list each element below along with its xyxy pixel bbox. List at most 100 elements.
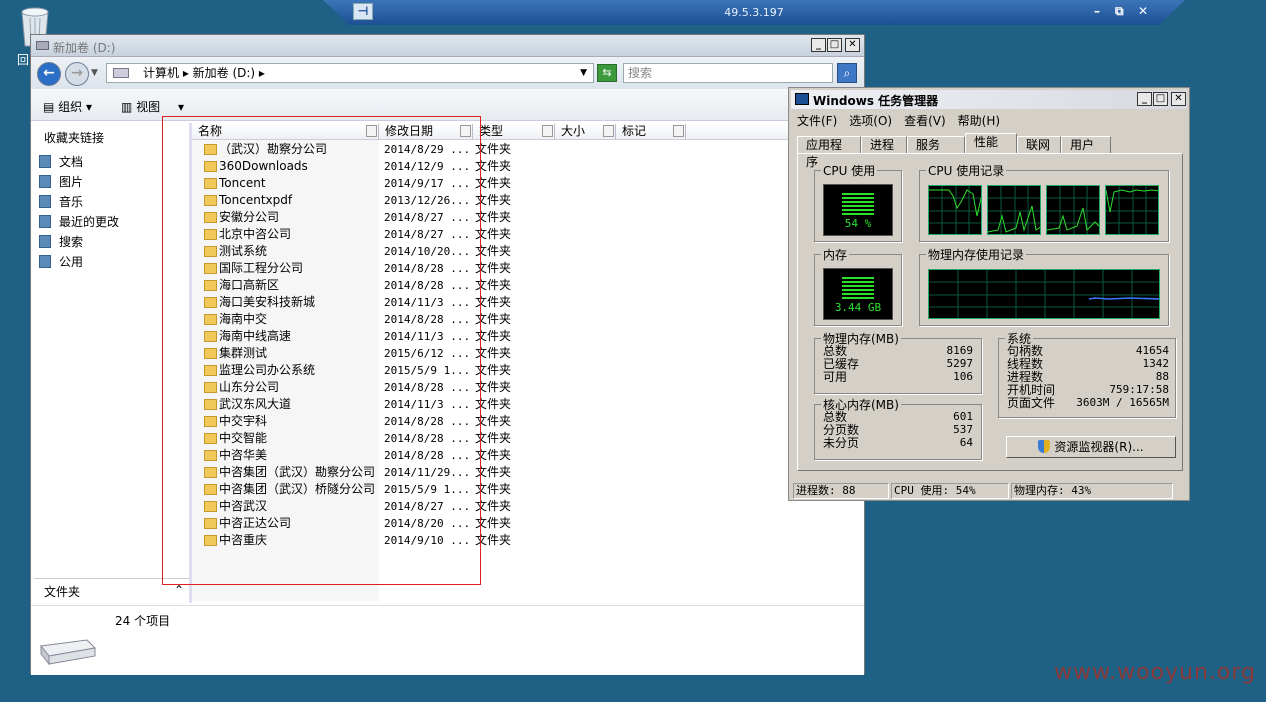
tab[interactable]: 用户 xyxy=(1061,136,1111,154)
memory-label: 内存 xyxy=(821,246,850,263)
close-button[interactable]: ✕ xyxy=(845,38,860,52)
organize-button[interactable]: ▤ 组织 ▾ xyxy=(43,98,92,115)
drive-icon xyxy=(36,41,49,50)
stat-row: 已缓存 5297 xyxy=(823,357,973,371)
address-dropdown-icon[interactable]: ▼ xyxy=(580,64,587,82)
tab[interactable]: 应用程序 xyxy=(797,136,861,169)
cpu-history-label: CPU 使用记录 xyxy=(926,162,1007,179)
nav-item-icon xyxy=(39,215,51,228)
stat-label: 已缓存 xyxy=(823,357,860,371)
task-manager-window: Windows 任务管理器 _ □ ✕ 文件(F) 选项(O) 查看(V) 帮助(H)… xyxy=(788,87,1190,501)
performance-panel: CPU 使用 54 % CPU 使用记录 内存 3.44 GB 物理内存使用记录 xyxy=(797,153,1183,471)
stat-row: 句柄数 41654 xyxy=(1007,344,1169,358)
tab[interactable]: 服务 xyxy=(907,136,965,154)
stat-value: 106 xyxy=(953,370,973,383)
refresh-icon[interactable]: ⇆ xyxy=(597,64,617,82)
memory-group: 内存 3.44 GB xyxy=(814,246,902,326)
chevron-up-icon[interactable]: ⌃ xyxy=(174,583,184,597)
stat-label: 开机时间 xyxy=(1007,383,1056,397)
resource-monitor-button[interactable]: 资源监视器(R)... xyxy=(1006,436,1176,458)
search-icon[interactable]: ⌕ xyxy=(837,63,857,83)
taskmgr-title: Windows 任务管理器 xyxy=(813,94,939,108)
physical-memory-group: 物理内存(MB) 总数 8169 已缓存 5297 可用 106 xyxy=(814,330,982,394)
memory-meter: 3.44 GB xyxy=(823,268,893,320)
cpu-status: CPU 使用: 54% xyxy=(891,483,1009,499)
stat-value: 1342 xyxy=(1142,357,1170,370)
nav-item[interactable]: 最近的更改 xyxy=(39,213,119,231)
views-button[interactable]: ▥ 视图 ▾ xyxy=(121,98,184,115)
views-label: 视图 xyxy=(136,100,161,114)
column-dropdown-icon[interactable] xyxy=(673,125,684,137)
stat-label: 总数 xyxy=(823,344,848,358)
stat-label: 分页数 xyxy=(823,423,860,437)
organize-icon: ▤ xyxy=(43,100,55,114)
stat-value: 64 xyxy=(959,436,973,449)
stat-value: 5297 xyxy=(946,357,974,370)
stat-label: 未分页 xyxy=(823,436,860,450)
nav-item[interactable]: 图片 xyxy=(39,173,83,191)
cpu-history-graph-2 xyxy=(987,185,1041,235)
nav-item[interactable]: 文档 xyxy=(39,153,83,171)
nav-item-icon xyxy=(39,175,51,188)
stat-row: 线程数 1342 xyxy=(1007,357,1169,371)
memory-history-label: 物理内存使用记录 xyxy=(926,246,1027,263)
stat-row: 进程数 88 xyxy=(1007,370,1169,384)
views-dropdown-icon[interactable]: ▾ xyxy=(178,100,184,114)
minimize-button[interactable]: _ xyxy=(811,38,826,52)
column-header-label: 大小 xyxy=(561,124,586,138)
column-dropdown-icon[interactable] xyxy=(603,125,614,137)
maximize-button[interactable]: □ xyxy=(827,38,842,52)
stat-label: 线程数 xyxy=(1007,357,1044,371)
taskmgr-statusbar: 进程数: 88 CPU 使用: 54% 物理内存: 43% xyxy=(791,481,1189,500)
minimize-button[interactable]: _ xyxy=(1137,92,1152,106)
menu-item[interactable]: 查看(V) xyxy=(904,114,946,128)
history-dropdown-icon[interactable]: ▼ xyxy=(91,68,98,78)
memory-history-group: 物理内存使用记录 xyxy=(919,246,1169,326)
back-button[interactable]: ← xyxy=(37,62,61,86)
search-input[interactable]: 搜索 xyxy=(623,63,833,83)
nav-item[interactable]: 搜索 xyxy=(39,233,83,251)
stat-label: 句柄数 xyxy=(1007,344,1044,358)
column-header[interactable]: 类型 xyxy=(473,124,555,139)
menu-item[interactable]: 帮助(H) xyxy=(958,114,1000,128)
nav-item-icon xyxy=(39,255,51,268)
nav-item[interactable]: 公用 xyxy=(39,253,83,271)
menu-item[interactable]: 文件(F) xyxy=(797,114,837,128)
tab[interactable]: 联网 xyxy=(1017,136,1061,154)
minimize-button[interactable]: – xyxy=(1094,4,1100,18)
stat-row: 可用 106 xyxy=(823,370,973,384)
explorer-titlebar: 新加卷 (D:) _ □ ✕ xyxy=(31,35,864,57)
cpu-usage-meter: 54 % xyxy=(823,184,893,236)
tab[interactable]: 进程 xyxy=(861,136,907,154)
organize-label: 组织 xyxy=(58,100,83,114)
close-button[interactable]: ✕ xyxy=(1138,4,1148,18)
memory-bar xyxy=(842,277,874,301)
cpu-history-group: CPU 使用记录 xyxy=(919,162,1169,242)
address-path: 计算机 ▸ 新加卷 (D:) ▸ xyxy=(143,66,265,80)
address-input[interactable]: 计算机 ▸ 新加卷 (D:) ▸ ▼ xyxy=(106,63,594,83)
address-bar-area: ← → ▼ 计算机 ▸ 新加卷 (D:) ▸ ▼ ⇆ 搜索 ⌕ xyxy=(31,57,864,89)
cpu-history-graph-3 xyxy=(1046,185,1100,235)
taskmgr-titlebar: Windows 任务管理器 _ □ ✕ xyxy=(791,90,1187,109)
restore-button[interactable]: ⧉ xyxy=(1115,4,1124,19)
cpu-history-graph-1 xyxy=(928,185,982,235)
folders-label: 文件夹 xyxy=(44,585,81,599)
column-header[interactable]: 大小 xyxy=(555,124,616,139)
menu-item[interactable]: 选项(O) xyxy=(849,114,892,128)
column-dropdown-icon[interactable] xyxy=(542,125,553,137)
nav-item-icon xyxy=(39,195,51,208)
views-icon: ▥ xyxy=(121,100,133,114)
column-header-label: 类型 xyxy=(479,124,504,138)
maximize-button[interactable]: □ xyxy=(1153,92,1168,106)
column-header[interactable]: 标记 xyxy=(616,124,686,139)
nav-item[interactable]: 音乐 xyxy=(39,193,83,211)
nav-item-label: 文档 xyxy=(59,155,84,169)
column-header-label: 标记 xyxy=(622,124,647,138)
memory-value: 3.44 GB xyxy=(834,301,882,314)
stat-label: 总数 xyxy=(823,410,848,424)
close-button[interactable]: ✕ xyxy=(1171,92,1186,106)
tab[interactable]: 性能 xyxy=(965,133,1017,154)
stat-value: 759:17:58 xyxy=(1109,383,1169,396)
cpu-usage-bar xyxy=(842,193,874,217)
forward-button[interactable]: → xyxy=(65,62,89,86)
